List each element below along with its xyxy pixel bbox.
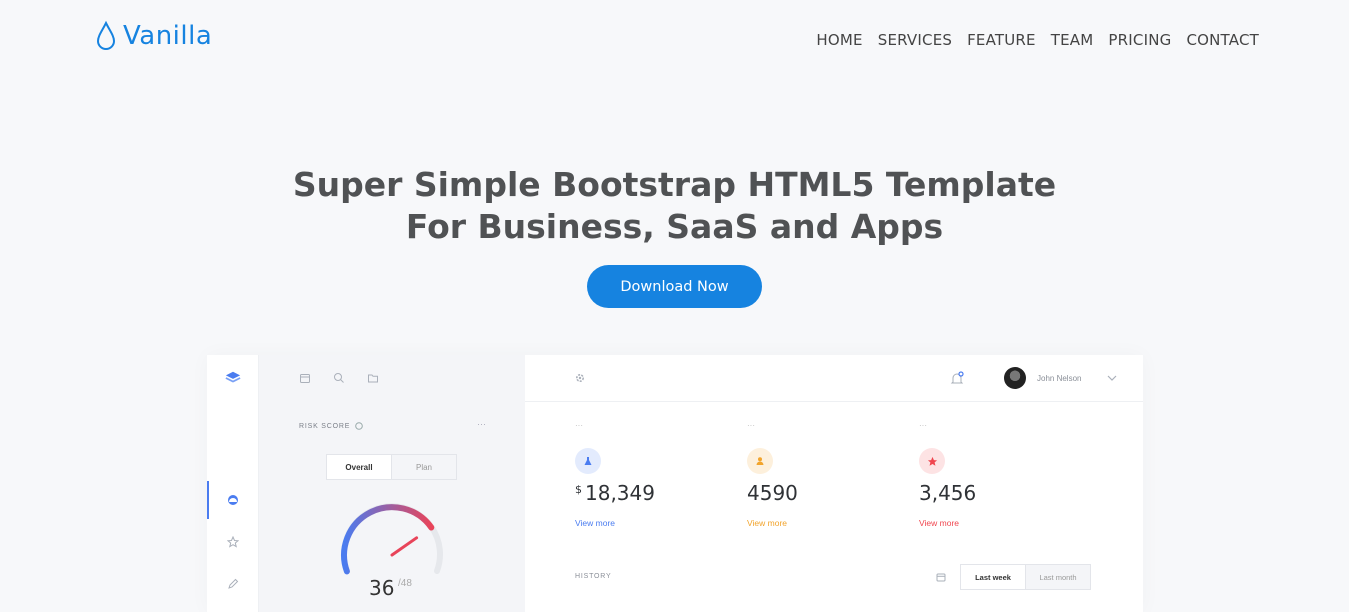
nav-contact[interactable]: CONTACT [1186, 31, 1259, 49]
star-icon [919, 448, 945, 474]
risk-gauge-fill [341, 504, 435, 575]
stat-menu-dots[interactable]: ··· [919, 421, 927, 430]
star-icon[interactable] [225, 534, 241, 550]
stat-currency: $ [575, 483, 582, 496]
download-button[interactable]: Download Now [587, 265, 762, 308]
hero-title-line-1: Super Simple Bootstrap HTML5 Template [292, 165, 1057, 204]
user-icon [747, 448, 773, 474]
risk-score-label: RISK SCORE [299, 422, 363, 430]
risk-score-value: 36 [369, 576, 395, 600]
risk-score-text: RISK SCORE [299, 422, 351, 430]
dashboard-main: John Nelson ··· $18,349 View more ··· 45… [525, 355, 1143, 612]
stat-value: $18,349 [575, 481, 655, 505]
view-more-link[interactable]: View more [575, 518, 615, 528]
panel-toolbar [299, 372, 381, 386]
history-tabs: Last week Last month [960, 564, 1091, 590]
stat-number: 3,456 [919, 481, 977, 505]
stat-menu-dots[interactable]: ··· [575, 421, 583, 430]
flask-icon [575, 448, 601, 474]
nav-services[interactable]: SERVICES [878, 31, 952, 49]
hero-title-line-2: For Business, SaaS and Apps [405, 207, 944, 246]
bell-icon[interactable] [950, 371, 964, 387]
view-more-link[interactable]: View more [919, 518, 959, 528]
dashboard-preview: RISK SCORE ··· Overall Plan 36 /48 John … [207, 355, 1143, 612]
main-nav: HOME SERVICES FEATURE TEAM PRICING CONTA… [816, 31, 1259, 49]
risk-panel: RISK SCORE ··· Overall Plan 36 /48 [259, 355, 525, 612]
navbar: Vanilla HOME SERVICES FEATURE TEAM PRICI… [0, 0, 1349, 80]
risk-score-max: /48 [398, 578, 412, 589]
tab-plan[interactable]: Plan [392, 455, 456, 479]
brand-name: Vanilla [123, 21, 213, 51]
chevron-down-icon[interactable] [1106, 372, 1118, 384]
search-icon[interactable] [333, 372, 347, 386]
folder-icon[interactable] [367, 372, 381, 386]
nav-home[interactable]: HOME [816, 31, 862, 49]
rail-active-indicator [207, 481, 209, 519]
risk-menu-dots[interactable]: ··· [477, 419, 486, 429]
dashboard-topbar: John Nelson [525, 355, 1143, 402]
stat-number: 18,349 [585, 481, 655, 505]
stat-value: 3,456 [919, 481, 976, 505]
stat-number: 4590 [747, 481, 798, 505]
tab-overall[interactable]: Overall [327, 455, 392, 479]
dashboard-icon[interactable] [225, 492, 241, 508]
tab-last-month[interactable]: Last month [1026, 565, 1090, 589]
nav-team[interactable]: TEAM [1051, 31, 1094, 49]
risk-gauge [341, 503, 443, 575]
risk-tabs: Overall Plan [326, 454, 457, 480]
view-more-link[interactable]: View more [747, 518, 787, 528]
layers-icon[interactable] [225, 370, 241, 386]
calendar-icon[interactable] [936, 572, 946, 582]
calendar-icon[interactable] [299, 372, 313, 386]
stat-value: 4590 [747, 481, 798, 505]
logo[interactable]: Vanilla [95, 20, 212, 52]
nav-feature[interactable]: FEATURE [967, 31, 1036, 49]
user-name[interactable]: John Nelson [1037, 374, 1081, 383]
pencil-icon[interactable] [225, 576, 241, 592]
risk-gauge-needle [390, 536, 419, 557]
droplet-icon [96, 20, 116, 50]
dashboard-rail [207, 355, 259, 612]
gear-icon[interactable] [574, 372, 586, 384]
avatar[interactable] [1004, 367, 1026, 389]
info-icon [355, 422, 363, 430]
tab-last-week[interactable]: Last week [961, 565, 1026, 589]
nav-pricing[interactable]: PRICING [1108, 31, 1171, 49]
stat-menu-dots[interactable]: ··· [747, 421, 755, 430]
history-label: HISTORY [575, 573, 612, 580]
hero-title: Super Simple Bootstrap HTML5 Template Fo… [0, 164, 1349, 248]
